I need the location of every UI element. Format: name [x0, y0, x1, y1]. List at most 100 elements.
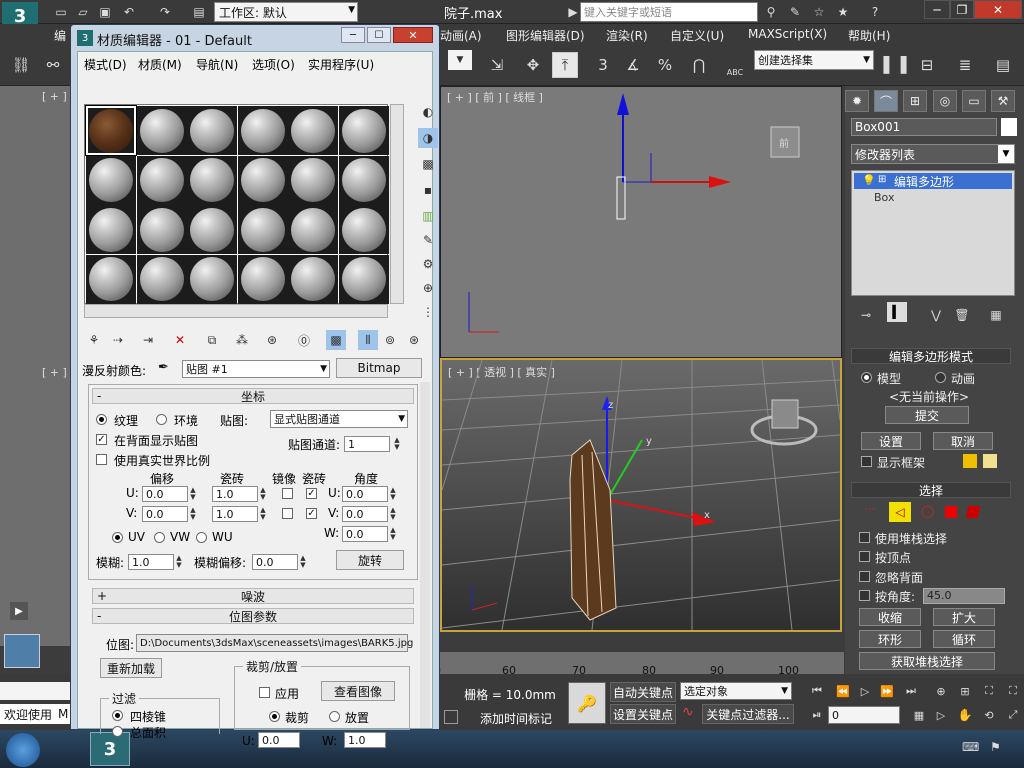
show-cage-checkbox[interactable]	[861, 456, 872, 467]
ring-button[interactable]: 环形	[859, 630, 921, 648]
wrench-icon[interactable]: ✎	[786, 4, 804, 20]
expand-plus-icon[interactable]: ⊞	[878, 174, 886, 185]
map-name-dropdown[interactable]: 贴图 #1 ▼	[182, 360, 330, 378]
material-sample-slot[interactable]	[288, 254, 338, 304]
show-end-result-icon[interactable]: ⫴	[358, 330, 378, 350]
pan-hand-icon[interactable]: ✋	[952, 702, 978, 728]
vw-radio[interactable]	[154, 532, 165, 543]
u-angle-field[interactable]: 0.0	[342, 486, 388, 502]
new-file-icon[interactable]: ▭	[52, 4, 70, 20]
viewport-layout-icon[interactable]	[4, 634, 40, 668]
viewport-top-label[interactable]: [ + ]	[42, 90, 67, 103]
configure-sets-icon[interactable]: ▦	[983, 302, 1009, 328]
rotate-button[interactable]: 旋转	[336, 550, 404, 570]
material-map-navigator-icon[interactable]: ⋮	[418, 302, 438, 322]
mirror-icon[interactable]: ▌▐	[882, 52, 908, 78]
edit-named-selection-icon[interactable]: ABC	[722, 52, 748, 78]
key-mode-icon[interactable]: ⏯	[804, 702, 830, 728]
polygon-mode-icon[interactable]	[945, 506, 957, 518]
place-radio[interactable]	[329, 711, 340, 722]
menu-graph-editors[interactable]: 图形编辑器(D)	[506, 27, 585, 44]
vertex-mode-icon[interactable]: ⋯	[865, 504, 879, 518]
real-world-scale-checkbox[interactable]	[96, 454, 107, 465]
map-type-button[interactable]: Bitmap	[336, 358, 422, 378]
view-cube-label[interactable]: 前	[779, 135, 789, 150]
mode-model-radio[interactable]	[861, 372, 872, 383]
material-sample-slot[interactable]	[86, 106, 136, 155]
network-tray-icon[interactable]: ⚑	[990, 740, 1001, 754]
by-vertex-checkbox[interactable]	[859, 551, 870, 562]
reset-map-icon[interactable]: ✕	[170, 330, 190, 350]
play-panel-icon[interactable]: ▶	[10, 602, 28, 620]
u-mirror-checkbox[interactable]	[282, 488, 293, 499]
menu-maxscript[interactable]: MAXScript(X)	[748, 27, 827, 41]
auto-key-button[interactable]: 自动关键点	[610, 682, 676, 702]
graphite-tools-icon[interactable]: ▤	[990, 52, 1016, 78]
v-tiling-spinner[interactable]: ▲ ▼	[258, 506, 268, 522]
track-bar[interactable]: 0 60 70 80 90 100	[434, 652, 844, 677]
v-angle-spinner[interactable]: ▲ ▼	[388, 506, 398, 522]
orbit-icon[interactable]: ⟲	[976, 702, 1002, 728]
close-button[interactable]: ✕	[974, 0, 1022, 19]
select-by-material-icon[interactable]: ⊕	[418, 278, 438, 298]
bitmap-path-button[interactable]: D:\Documents\3dsMax\sceneassets\images\B…	[136, 634, 413, 652]
named-selection-sets-dropdown[interactable]: 创建选择集 ▼	[754, 50, 874, 70]
med-menu-material[interactable]: 材质(M)	[138, 56, 182, 73]
zoom-all-icon[interactable]: ⊞	[952, 678, 978, 704]
put-to-library-icon[interactable]: ⊛	[262, 330, 282, 350]
key-icon[interactable]: 🔑	[568, 682, 606, 724]
time-tag-icon[interactable]	[444, 710, 458, 724]
material-sample-slot[interactable]	[86, 205, 136, 254]
selection-filter-dropdown[interactable]: ▼	[448, 50, 472, 70]
make-unique-icon[interactable]: ⁂	[232, 330, 252, 350]
move-icon[interactable]: ✥	[520, 52, 546, 78]
create-tab-icon[interactable]: ✹	[845, 90, 869, 112]
snaps-toggle-icon[interactable]: 3	[590, 52, 616, 78]
map-channel-field[interactable]: 1	[344, 436, 390, 452]
material-id-channel-icon[interactable]: ⓪	[294, 330, 314, 350]
material-sample-slot[interactable]	[237, 155, 288, 205]
keyboard-tray-icon[interactable]: ⌨	[962, 740, 979, 754]
v-offset-field[interactable]: 0.0	[142, 506, 188, 522]
filter-sat-radio[interactable]	[112, 726, 123, 737]
current-frame-field[interactable]: 0	[828, 706, 900, 724]
workspace-dropdown[interactable]: 工作区: 默认 ▼	[214, 2, 358, 22]
goto-end-icon[interactable]: ⏭	[898, 678, 924, 704]
u-offset-spinner[interactable]: ▲ ▼	[188, 486, 198, 502]
material-sample-slot[interactable]	[187, 106, 237, 155]
align-icon[interactable]: ⊟	[914, 52, 940, 78]
eyedropper-icon[interactable]: ✒	[158, 360, 169, 375]
menu-rendering[interactable]: 渲染(R)	[606, 27, 648, 44]
noise-header[interactable]: + 噪波	[92, 588, 414, 604]
video-color-check-icon[interactable]: ▥	[418, 206, 438, 226]
commit-button[interactable]: 提交	[885, 406, 969, 424]
get-material-icon[interactable]: ⚘	[84, 330, 104, 350]
go-forward-sibling-icon[interactable]: ⊛	[404, 330, 424, 350]
viewport-left-label[interactable]: [ + ]	[42, 366, 67, 379]
grow-button[interactable]: 扩大	[933, 608, 995, 626]
spinner-snap-icon[interactable]: ⋂	[686, 52, 712, 78]
crop-u-field[interactable]: 0.0	[258, 732, 300, 748]
med-close-button[interactable]: ✕	[393, 27, 433, 43]
angle-value-field[interactable]: 45.0	[923, 588, 1005, 604]
favorite-star-icon[interactable]: ☆	[810, 4, 828, 20]
v-tile-checkbox[interactable]: ✓	[306, 508, 317, 519]
show-end-result-icon[interactable]: ▍	[887, 302, 907, 322]
go-to-parent-icon[interactable]: ⊚	[380, 330, 400, 350]
v-mirror-checkbox[interactable]	[282, 508, 293, 519]
remove-modifier-icon[interactable]: 🗑	[949, 302, 975, 328]
rollout-edit-poly-mode[interactable]: 编辑多边形模式	[851, 348, 1011, 364]
make-unique-icon[interactable]: ⋁	[923, 302, 949, 328]
settings-button[interactable]: 设置	[861, 432, 921, 450]
environ-radio[interactable]	[156, 414, 167, 425]
link-icon[interactable]: ⛓	[8, 52, 34, 78]
object-color-swatch[interactable]	[1001, 118, 1017, 136]
redo-icon[interactable]: ↷	[156, 4, 174, 20]
display-tab-icon[interactable]: ▭	[962, 90, 986, 112]
front-viewport[interactable]: [ + ] [ 前 ] [ 线框 ] 前	[440, 86, 842, 358]
u-tiling-spinner[interactable]: ▲ ▼	[258, 486, 268, 502]
save-icon[interactable]: ▣	[96, 4, 114, 20]
blur-spinner[interactable]: ▲ ▼	[174, 554, 184, 570]
material-sample-slot[interactable]	[86, 254, 136, 304]
open-file-icon[interactable]: ▱	[74, 4, 92, 20]
